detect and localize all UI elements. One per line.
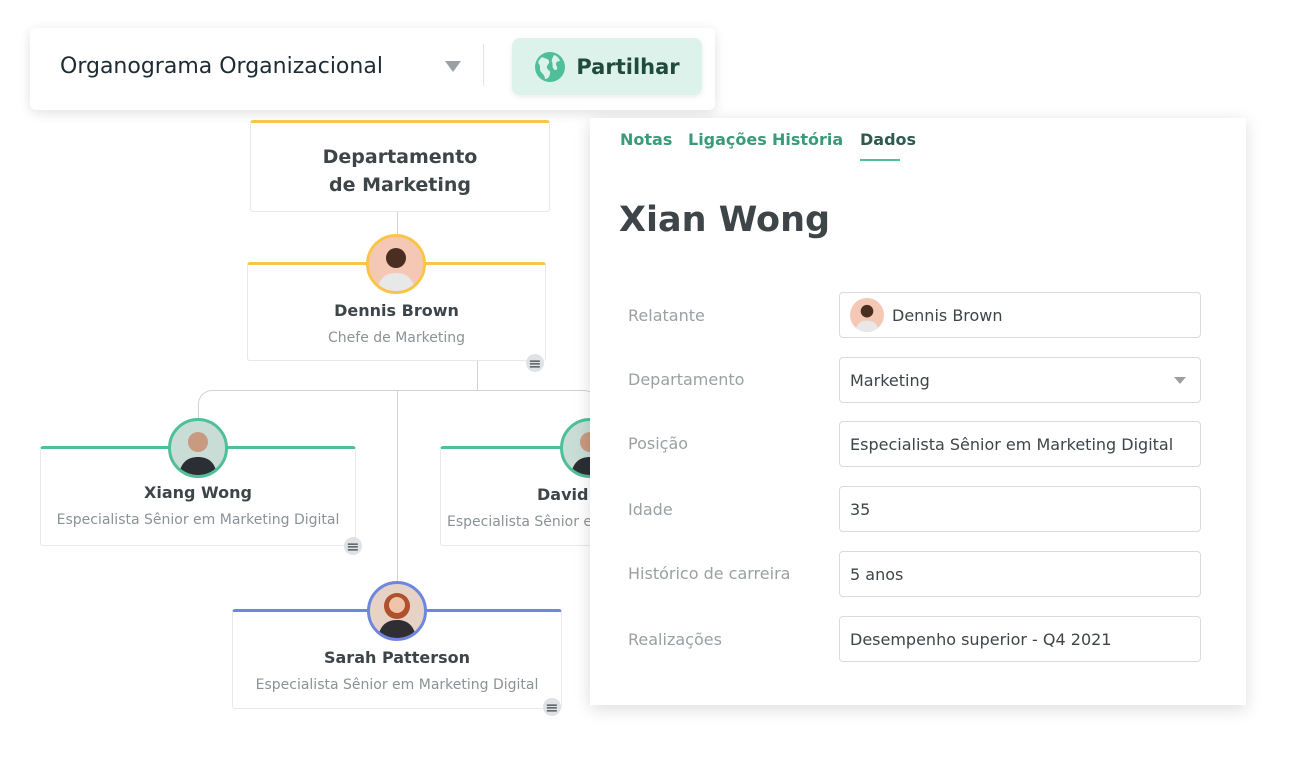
database-icon[interactable]: ≡ xyxy=(526,354,544,373)
field-value: Desempenho superior - Q4 2021 xyxy=(850,629,1112,649)
divider xyxy=(483,44,484,86)
chart-title: Organograma Organizacional xyxy=(60,54,383,79)
field-label: Idade xyxy=(628,500,673,519)
field-value: 5 anos xyxy=(850,564,904,584)
database-icon[interactable]: ≡ xyxy=(344,537,362,556)
field-label: Relatante xyxy=(628,306,705,325)
globe-icon xyxy=(535,51,566,82)
departamento-select[interactable]: Marketing xyxy=(839,357,1201,403)
node-name: Dennis Brown xyxy=(334,301,459,320)
connector xyxy=(198,390,598,430)
share-button[interactable]: Partilhar xyxy=(512,38,702,95)
tab-ligacoes[interactable]: Ligações xyxy=(688,130,767,149)
historico-input[interactable]: 5 anos xyxy=(839,551,1201,597)
node-role: Especialista Sênior em Marketing Digital xyxy=(255,677,539,693)
field-label: Posição xyxy=(628,434,689,453)
tab-historia[interactable]: História xyxy=(772,130,843,149)
field-value: Dennis Brown xyxy=(892,305,1003,325)
avatar xyxy=(366,234,426,294)
active-tab-indicator xyxy=(860,159,900,161)
chevron-down-icon xyxy=(1174,376,1186,384)
realizacoes-input[interactable]: Desempenho superior - Q4 2021 xyxy=(839,616,1201,662)
posicao-input[interactable]: Especialista Sênior em Marketing Digital xyxy=(839,421,1201,467)
details-panel: Notas Ligações História Dados Xian Wong … xyxy=(590,118,1246,705)
connector xyxy=(477,360,478,390)
field-value: 35 xyxy=(850,499,871,519)
toolbar: Organograma Organizacional Partilhar xyxy=(30,28,715,110)
chevron-down-icon[interactable] xyxy=(445,61,461,72)
tab-notas[interactable]: Notas xyxy=(620,130,672,149)
node-role: Chefe de Marketing xyxy=(328,330,465,346)
avatar xyxy=(367,581,427,641)
field-label: Histórico de carreira xyxy=(628,564,791,583)
relatante-field[interactable]: Dennis Brown xyxy=(839,292,1201,338)
connector xyxy=(397,390,398,585)
node-name: Sarah Patterson xyxy=(323,648,470,667)
field-label: Departamento xyxy=(628,370,745,389)
tab-dados[interactable]: Dados xyxy=(860,130,916,149)
avatar xyxy=(168,418,228,478)
share-label: Partilhar xyxy=(576,54,680,79)
idade-input[interactable]: 35 xyxy=(839,486,1201,532)
field-value: Marketing xyxy=(850,370,930,390)
node-name: Xiang Wong xyxy=(144,483,252,502)
field-value: Especialista Sênior em Marketing Digital xyxy=(850,434,1174,454)
node-role: Especialista Sênior em Marketing Digital xyxy=(56,512,340,528)
field-label: Realizações xyxy=(628,630,722,649)
department-name-2: de Marketing xyxy=(329,174,471,196)
database-icon[interactable]: ≡ xyxy=(543,698,561,717)
person-name: Xian Wong xyxy=(619,200,831,240)
department-card[interactable]: Departamento de Marketing xyxy=(250,120,550,212)
avatar xyxy=(850,298,884,332)
department-name: Departamento xyxy=(322,146,478,168)
